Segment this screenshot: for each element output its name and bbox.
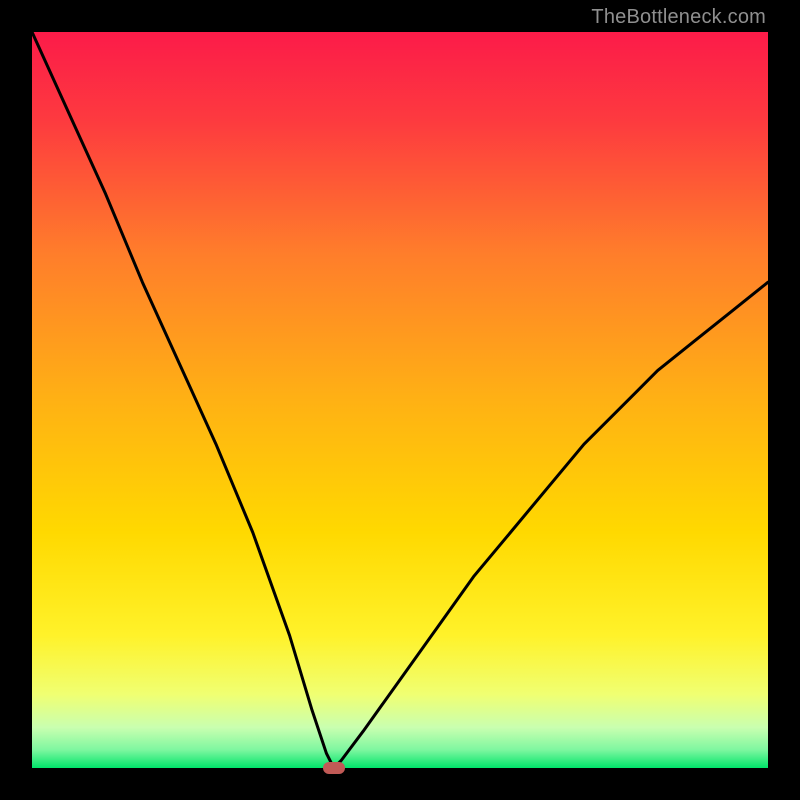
- minimum-marker: [323, 762, 345, 774]
- chart-frame: [32, 32, 768, 768]
- bottleneck-plot: [32, 32, 768, 768]
- gradient-background: [32, 32, 768, 768]
- watermark-text: TheBottleneck.com: [591, 6, 766, 29]
